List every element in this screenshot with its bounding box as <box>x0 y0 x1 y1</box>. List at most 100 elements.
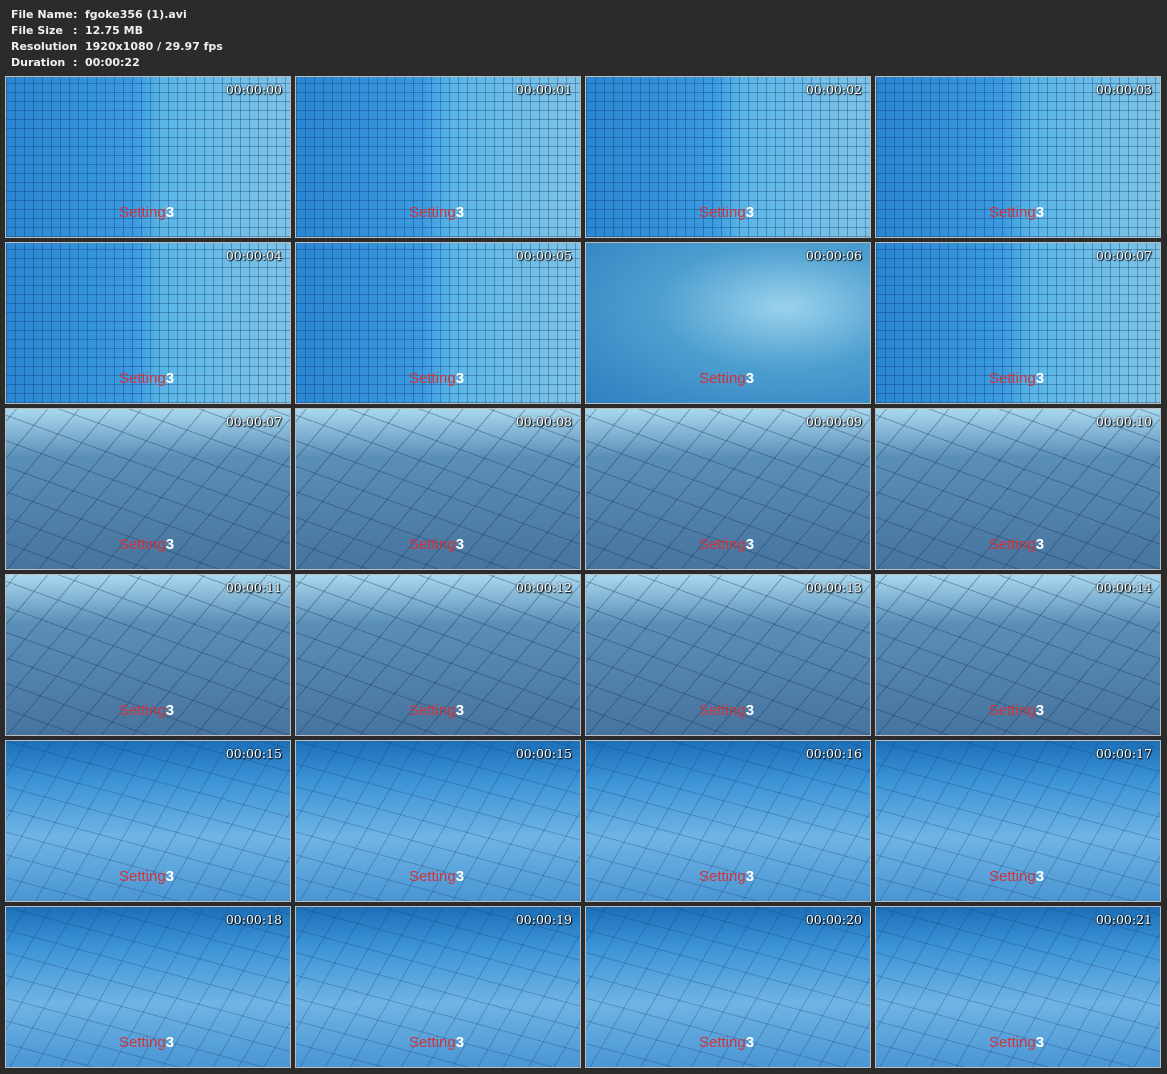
watermark: Setting3 <box>989 370 1044 387</box>
info-row: Resolution:1920x1080 / 29.97 fps <box>11 39 223 55</box>
video-thumbnail[interactable]: 00:00:13 Setting3 <box>585 574 871 736</box>
video-thumbnail[interactable]: 00:00:07 Setting3 <box>5 408 291 570</box>
info-label: File Size <box>11 24 63 37</box>
watermark: Setting3 <box>989 702 1044 719</box>
watermark-word: Setting <box>409 370 456 387</box>
watermark-number: 3 <box>745 204 755 221</box>
watermark-number: 3 <box>745 868 755 885</box>
video-thumbnail[interactable]: 00:00:15 Setting3 <box>295 740 581 902</box>
video-thumbnail[interactable]: 00:00:00 Setting3 <box>5 76 291 238</box>
watermark-word: Setting <box>699 702 746 719</box>
video-thumbnail[interactable]: 00:00:06 Setting3 <box>585 242 871 404</box>
timestamp: 00:00:11 <box>225 580 282 595</box>
timestamp: 00:00:07 <box>225 414 282 429</box>
timestamp: 00:00:06 <box>805 248 862 263</box>
watermark-number: 3 <box>455 702 465 719</box>
timestamp: 00:00:05 <box>515 248 572 263</box>
timestamp: 00:00:16 <box>805 746 862 761</box>
timestamp: 00:00:00 <box>225 82 282 97</box>
file-info: File Name: fgoke356 (1).avi File Size:12.7… <box>11 7 223 71</box>
timestamp: 00:00:15 <box>225 746 282 761</box>
watermark-number: 3 <box>455 204 465 221</box>
watermark: Setting3 <box>409 868 464 885</box>
watermark-number: 3 <box>455 536 465 553</box>
video-thumbnail[interactable]: 00:00:11 Setting3 <box>5 574 291 736</box>
video-thumbnail[interactable]: 00:00:02 Setting3 <box>585 76 871 238</box>
watermark-number: 3 <box>165 370 175 387</box>
watermark-word: Setting <box>119 702 166 719</box>
timestamp: 00:00:17 <box>1095 746 1152 761</box>
watermark-word: Setting <box>989 868 1036 885</box>
watermark: Setting3 <box>119 204 174 221</box>
watermark-word: Setting <box>699 536 746 553</box>
info-label: Resolution <box>11 40 78 53</box>
watermark-word: Setting <box>699 370 746 387</box>
watermark: Setting3 <box>119 536 174 553</box>
watermark-number: 3 <box>1035 370 1045 387</box>
watermark-number: 3 <box>1035 204 1045 221</box>
watermark: Setting3 <box>699 868 754 885</box>
watermark-word: Setting <box>119 204 166 221</box>
video-thumbnail[interactable]: 00:00:07 Setting3 <box>875 242 1161 404</box>
video-thumbnail[interactable]: 00:00:04 Setting3 <box>5 242 291 404</box>
timestamp: 00:00:13 <box>805 580 862 595</box>
timestamp: 00:00:15 <box>515 746 572 761</box>
watermark-number: 3 <box>455 1034 465 1051</box>
watermark-word: Setting <box>989 204 1036 221</box>
video-thumbnail[interactable]: 00:00:19 Setting3 <box>295 906 581 1068</box>
timestamp: 00:00:18 <box>225 912 282 927</box>
watermark-word: Setting <box>119 370 166 387</box>
watermark-number: 3 <box>455 868 465 885</box>
info-separator: : <box>73 56 78 69</box>
watermark: Setting3 <box>989 868 1044 885</box>
watermark-number: 3 <box>1035 1034 1045 1051</box>
timestamp: 00:00:21 <box>1095 912 1152 927</box>
watermark: Setting3 <box>409 536 464 553</box>
info-separator: : <box>73 40 78 53</box>
watermark: Setting3 <box>119 1034 174 1051</box>
video-thumbnail[interactable]: 00:00:09 Setting3 <box>585 408 871 570</box>
watermark: Setting3 <box>699 1034 754 1051</box>
watermark-number: 3 <box>165 1034 175 1051</box>
video-thumbnail[interactable]: 00:00:20 Setting3 <box>585 906 871 1068</box>
watermark: Setting3 <box>119 868 174 885</box>
watermark-word: Setting <box>989 1034 1036 1051</box>
thumbnail-grid: 00:00:00 Setting3 00:00:01 Setting3 00:00:02… <box>5 76 1161 1068</box>
watermark: Setting3 <box>989 536 1044 553</box>
video-thumbnail[interactable]: 00:00:17 Setting3 <box>875 740 1161 902</box>
video-thumbnail[interactable]: 00:00:14 Setting3 <box>875 574 1161 736</box>
video-thumbnail[interactable]: 00:00:10 Setting3 <box>875 408 1161 570</box>
watermark-number: 3 <box>745 1034 755 1051</box>
watermark: Setting3 <box>409 204 464 221</box>
info-row: File Name: fgoke356 (1).avi <box>11 7 223 23</box>
info-label: Duration <box>11 56 66 69</box>
watermark-number: 3 <box>745 702 755 719</box>
timestamp: 00:00:09 <box>805 414 862 429</box>
timestamp: 00:00:12 <box>515 580 572 595</box>
watermark: Setting3 <box>409 370 464 387</box>
watermark-word: Setting <box>699 868 746 885</box>
info-value: fgoke356 (1).avi <box>85 8 187 21</box>
watermark-word: Setting <box>119 868 166 885</box>
video-thumbnail[interactable]: 00:00:12 Setting3 <box>295 574 581 736</box>
info-separator: : <box>73 24 78 37</box>
timestamp: 00:00:20 <box>805 912 862 927</box>
watermark-word: Setting <box>989 536 1036 553</box>
watermark-word: Setting <box>989 370 1036 387</box>
video-thumbnail[interactable]: 00:00:18 Setting3 <box>5 906 291 1068</box>
video-thumbnail[interactable]: 00:00:21 Setting3 <box>875 906 1161 1068</box>
video-thumbnail[interactable]: 00:00:01 Setting3 <box>295 76 581 238</box>
watermark-number: 3 <box>1035 868 1045 885</box>
video-thumbnail[interactable]: 00:00:03 Setting3 <box>875 76 1161 238</box>
video-thumbnail[interactable]: 00:00:08 Setting3 <box>295 408 581 570</box>
watermark: Setting3 <box>989 204 1044 221</box>
video-thumbnail[interactable]: 00:00:15 Setting3 <box>5 740 291 902</box>
watermark-word: Setting <box>119 536 166 553</box>
watermark-word: Setting <box>699 204 746 221</box>
info-separator: : <box>73 8 78 21</box>
watermark: Setting3 <box>699 702 754 719</box>
video-thumbnail[interactable]: 00:00:16 Setting3 <box>585 740 871 902</box>
video-thumbnail[interactable]: 00:00:05 Setting3 <box>295 242 581 404</box>
timestamp: 00:00:01 <box>515 82 572 97</box>
watermark-word: Setting <box>409 702 456 719</box>
